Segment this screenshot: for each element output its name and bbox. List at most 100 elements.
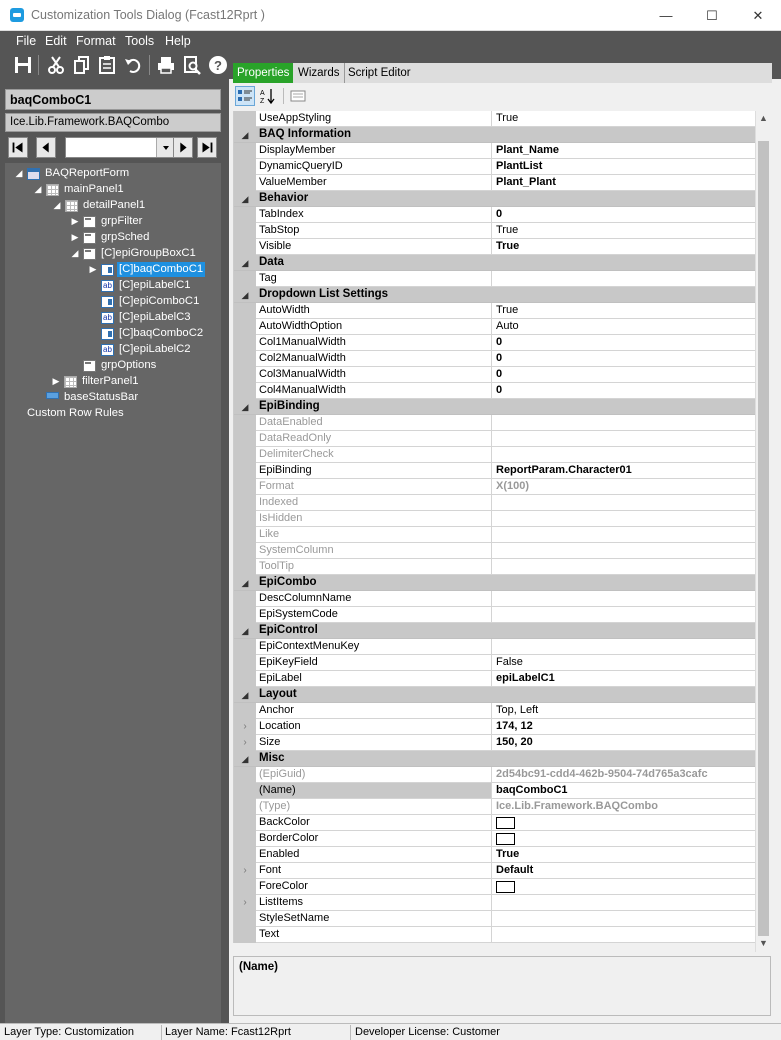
- property-value[interactable]: True: [491, 239, 756, 254]
- tree-node[interactable]: [C]baqComboC1: [117, 262, 206, 277]
- property-value[interactable]: Ice.Lib.Framework.BAQCombo: [491, 799, 756, 814]
- collapse-icon[interactable]: ◢: [234, 127, 256, 143]
- property-row[interactable]: AutoWidth True: [234, 303, 756, 319]
- property-row[interactable]: Like: [234, 527, 756, 543]
- property-row[interactable]: DelimiterCheck: [234, 447, 756, 463]
- scroll-down-icon[interactable]: ▼: [756, 936, 771, 950]
- property-row[interactable]: Indexed: [234, 495, 756, 511]
- property-row[interactable]: Anchor Top, Left: [234, 703, 756, 719]
- property-row[interactable]: DisplayMember Plant_Name: [234, 143, 756, 159]
- collapse-icon[interactable]: ◢: [53, 198, 61, 213]
- tree-node[interactable]: [C]epiLabelC2: [119, 342, 191, 357]
- paste-icon[interactable]: [96, 54, 118, 76]
- property-value[interactable]: [491, 447, 756, 462]
- property-value[interactable]: [491, 495, 756, 510]
- property-value[interactable]: True: [491, 111, 756, 126]
- property-value[interactable]: [491, 543, 756, 558]
- property-row[interactable]: ValueMember Plant_Plant: [234, 175, 756, 191]
- property-value[interactable]: Plant_Plant: [491, 175, 756, 190]
- property-row[interactable]: Enabled True: [234, 847, 756, 863]
- collapse-icon[interactable]: ◢: [34, 182, 42, 197]
- property-category[interactable]: ◢ Behavior: [234, 191, 756, 207]
- property-value[interactable]: [491, 927, 756, 942]
- tree-node[interactable]: [C]baqComboC2: [119, 326, 203, 341]
- property-row[interactable]: StyleSetName: [234, 911, 756, 927]
- property-value[interactable]: [491, 271, 756, 286]
- property-value[interactable]: Top, Left: [491, 703, 756, 718]
- property-row[interactable]: AutoWidthOption Auto: [234, 319, 756, 335]
- tree-node[interactable]: filterPanel1: [82, 374, 139, 389]
- property-value[interactable]: 2d54bc91-cdd4-462b-9504-74d765a3cafc: [491, 767, 756, 782]
- expand-icon[interactable]: ▶: [71, 230, 79, 245]
- property-value[interactable]: [491, 879, 756, 894]
- property-pages-icon[interactable]: [288, 86, 308, 106]
- property-value[interactable]: Auto: [491, 319, 756, 334]
- maximize-button[interactable]: ☐: [689, 0, 735, 31]
- property-value[interactable]: 0: [491, 367, 756, 382]
- property-value[interactable]: 0: [491, 383, 756, 398]
- menu-tools[interactable]: Tools: [125, 34, 154, 48]
- property-value[interactable]: [491, 895, 756, 910]
- property-row[interactable]: BackColor: [234, 815, 756, 831]
- property-row[interactable]: DataEnabled: [234, 415, 756, 431]
- property-value[interactable]: [491, 591, 756, 606]
- property-row[interactable]: ToolTip: [234, 559, 756, 575]
- property-value[interactable]: baqComboC1: [491, 783, 756, 798]
- property-value[interactable]: 150, 20: [491, 735, 756, 750]
- property-value[interactable]: True: [491, 223, 756, 238]
- menu-help[interactable]: Help: [165, 34, 191, 48]
- tab-properties[interactable]: Properties: [233, 63, 294, 83]
- tree-node[interactable]: BAQReportForm: [45, 166, 129, 181]
- property-value[interactable]: epiLabelC1: [491, 671, 756, 686]
- property-row[interactable]: Tag: [234, 271, 756, 287]
- property-category[interactable]: ◢ Data: [234, 255, 756, 271]
- expand-icon[interactable]: ▶: [89, 262, 97, 277]
- cut-icon[interactable]: [45, 54, 67, 76]
- color-swatch[interactable]: [496, 833, 515, 845]
- help-icon[interactable]: ?: [207, 54, 229, 76]
- print-preview-icon[interactable]: [181, 54, 203, 76]
- property-row[interactable]: DynamicQueryID PlantList: [234, 159, 756, 175]
- property-value[interactable]: 0: [491, 207, 756, 222]
- menu-edit[interactable]: Edit: [45, 34, 67, 48]
- property-value[interactable]: 174, 12: [491, 719, 756, 734]
- property-value[interactable]: [491, 607, 756, 622]
- property-category[interactable]: ◢ BAQ Information: [234, 127, 756, 143]
- property-row[interactable]: (Type) Ice.Lib.Framework.BAQCombo: [234, 799, 756, 815]
- property-value[interactable]: [491, 527, 756, 542]
- tree-node[interactable]: detailPanel1: [83, 198, 145, 213]
- property-value[interactable]: Plant_Name: [491, 143, 756, 158]
- property-category[interactable]: ◢ EpiCombo: [234, 575, 756, 591]
- tree-node[interactable]: [C]epiComboC1: [119, 294, 199, 309]
- property-value[interactable]: X(100): [491, 479, 756, 494]
- tree-node[interactable]: [C]epiLabelC3: [119, 310, 191, 325]
- property-row[interactable]: Format X(100): [234, 479, 756, 495]
- property-row[interactable]: DataReadOnly: [234, 431, 756, 447]
- property-category[interactable]: ◢ Dropdown List Settings: [234, 287, 756, 303]
- close-button[interactable]: ✕: [735, 0, 781, 31]
- property-value[interactable]: False: [491, 655, 756, 670]
- property-row[interactable]: EpiSystemCode: [234, 607, 756, 623]
- property-row[interactable]: Col3ManualWidth 0: [234, 367, 756, 383]
- property-value[interactable]: PlantList: [491, 159, 756, 174]
- tree-node[interactable]: [C]epiLabelC1: [119, 278, 191, 293]
- next-icon[interactable]: [173, 137, 193, 158]
- collapse-icon[interactable]: ◢: [234, 255, 256, 271]
- property-category[interactable]: ◢ EpiBinding: [234, 399, 756, 415]
- collapse-icon[interactable]: ◢: [234, 687, 256, 703]
- tree-node[interactable]: mainPanel1: [64, 182, 124, 197]
- property-category[interactable]: ◢ EpiControl: [234, 623, 756, 639]
- previous-icon[interactable]: [36, 137, 56, 158]
- undo-icon[interactable]: [122, 54, 144, 76]
- property-category[interactable]: ◢ Layout: [234, 687, 756, 703]
- color-swatch[interactable]: [496, 881, 515, 893]
- property-row[interactable]: › Size 150, 20: [234, 735, 756, 751]
- property-row[interactable]: UseAppStyling True: [234, 111, 756, 127]
- collapse-icon[interactable]: ◢: [234, 191, 256, 207]
- expand-icon[interactable]: ›: [234, 863, 256, 879]
- collapse-icon[interactable]: ◢: [234, 575, 256, 591]
- tree-node[interactable]: grpOptions: [101, 358, 156, 373]
- collapse-icon[interactable]: ◢: [71, 246, 79, 261]
- property-value[interactable]: [491, 415, 756, 430]
- tree-node[interactable]: grpSched: [101, 230, 149, 245]
